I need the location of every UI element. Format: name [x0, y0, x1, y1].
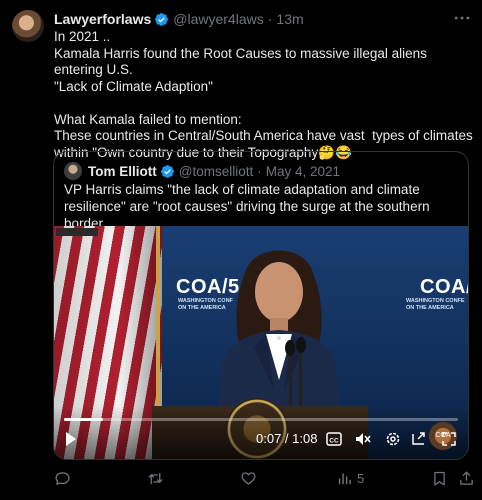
captions-icon[interactable]: CC: [326, 430, 342, 448]
video-elapsed: 0:07: [256, 431, 282, 446]
author-name[interactable]: Lawyerforlaws: [54, 11, 151, 27]
video-time: 0:07 / 1:08: [256, 430, 317, 448]
repost-button[interactable]: [147, 468, 164, 488]
mute-icon[interactable]: [354, 430, 372, 448]
video-progress-bar[interactable]: [64, 418, 458, 421]
quote-date: May 4, 2021: [265, 163, 341, 179]
post-text: In 2021 .. Kamala Harris found the Root …: [54, 29, 473, 160]
views-icon: [336, 470, 353, 487]
quoted-post[interactable]: Tom Elliott @tomselliott · May 4, 2021 V…: [53, 151, 469, 460]
author-avatar[interactable]: [12, 10, 44, 42]
video-progress-fill: [64, 418, 104, 421]
quote-author-avatar: [64, 162, 82, 180]
video-player[interactable]: COA/5 WASHINGTON CONF ON THE AMERICA COA…: [54, 226, 468, 459]
picture-in-picture-icon[interactable]: [410, 430, 428, 448]
repost-icon: [147, 470, 164, 487]
backdrop-logo-right: COA/5: [420, 276, 468, 298]
more-options-icon[interactable]: [452, 8, 472, 28]
fullscreen-icon[interactable]: [441, 430, 457, 448]
quote-text: VP Harris claims "the lack of climate ad…: [64, 182, 430, 231]
like-button[interactable]: [240, 468, 257, 488]
backdrop-subtitle-right: WASHINGTON CONFE ON THE AMERICA: [406, 298, 465, 311]
play-icon[interactable]: [64, 430, 78, 448]
bookmark-icon: [431, 470, 448, 487]
quote-author-name: Tom Elliott: [88, 163, 157, 179]
quote-header: Tom Elliott @tomselliott · May 4, 2021: [64, 161, 340, 181]
verified-badge-icon: [154, 12, 169, 27]
bookmark-button[interactable]: [431, 468, 448, 488]
separator-dot: ·: [267, 11, 273, 27]
video-duration: 1:08: [292, 431, 318, 446]
quote-separator-dot: ·: [257, 163, 262, 179]
video-time-separator: /: [281, 431, 293, 446]
post-actions: 5: [54, 468, 474, 488]
views-button[interactable]: 5: [336, 468, 364, 488]
video-badge: [56, 228, 98, 236]
heart-icon: [240, 470, 257, 487]
reply-button[interactable]: [54, 468, 71, 488]
post: Lawyerforlaws @lawyer4laws · 13m In 2021…: [0, 0, 482, 500]
svg-text:CC: CC: [329, 438, 339, 445]
views-count: 5: [357, 470, 365, 486]
author-handle[interactable]: @lawyer4laws: [173, 11, 263, 27]
post-header: Lawyerforlaws @lawyer4laws · 13m: [54, 9, 472, 29]
reply-icon: [54, 470, 71, 487]
share-button[interactable]: [458, 468, 475, 488]
quote-verified-badge-icon: [160, 164, 175, 179]
share-icon: [458, 470, 475, 487]
quote-author-handle: @tomselliott: [178, 163, 254, 179]
post-time[interactable]: 13m: [276, 11, 303, 27]
settings-gear-icon[interactable]: [384, 430, 402, 448]
